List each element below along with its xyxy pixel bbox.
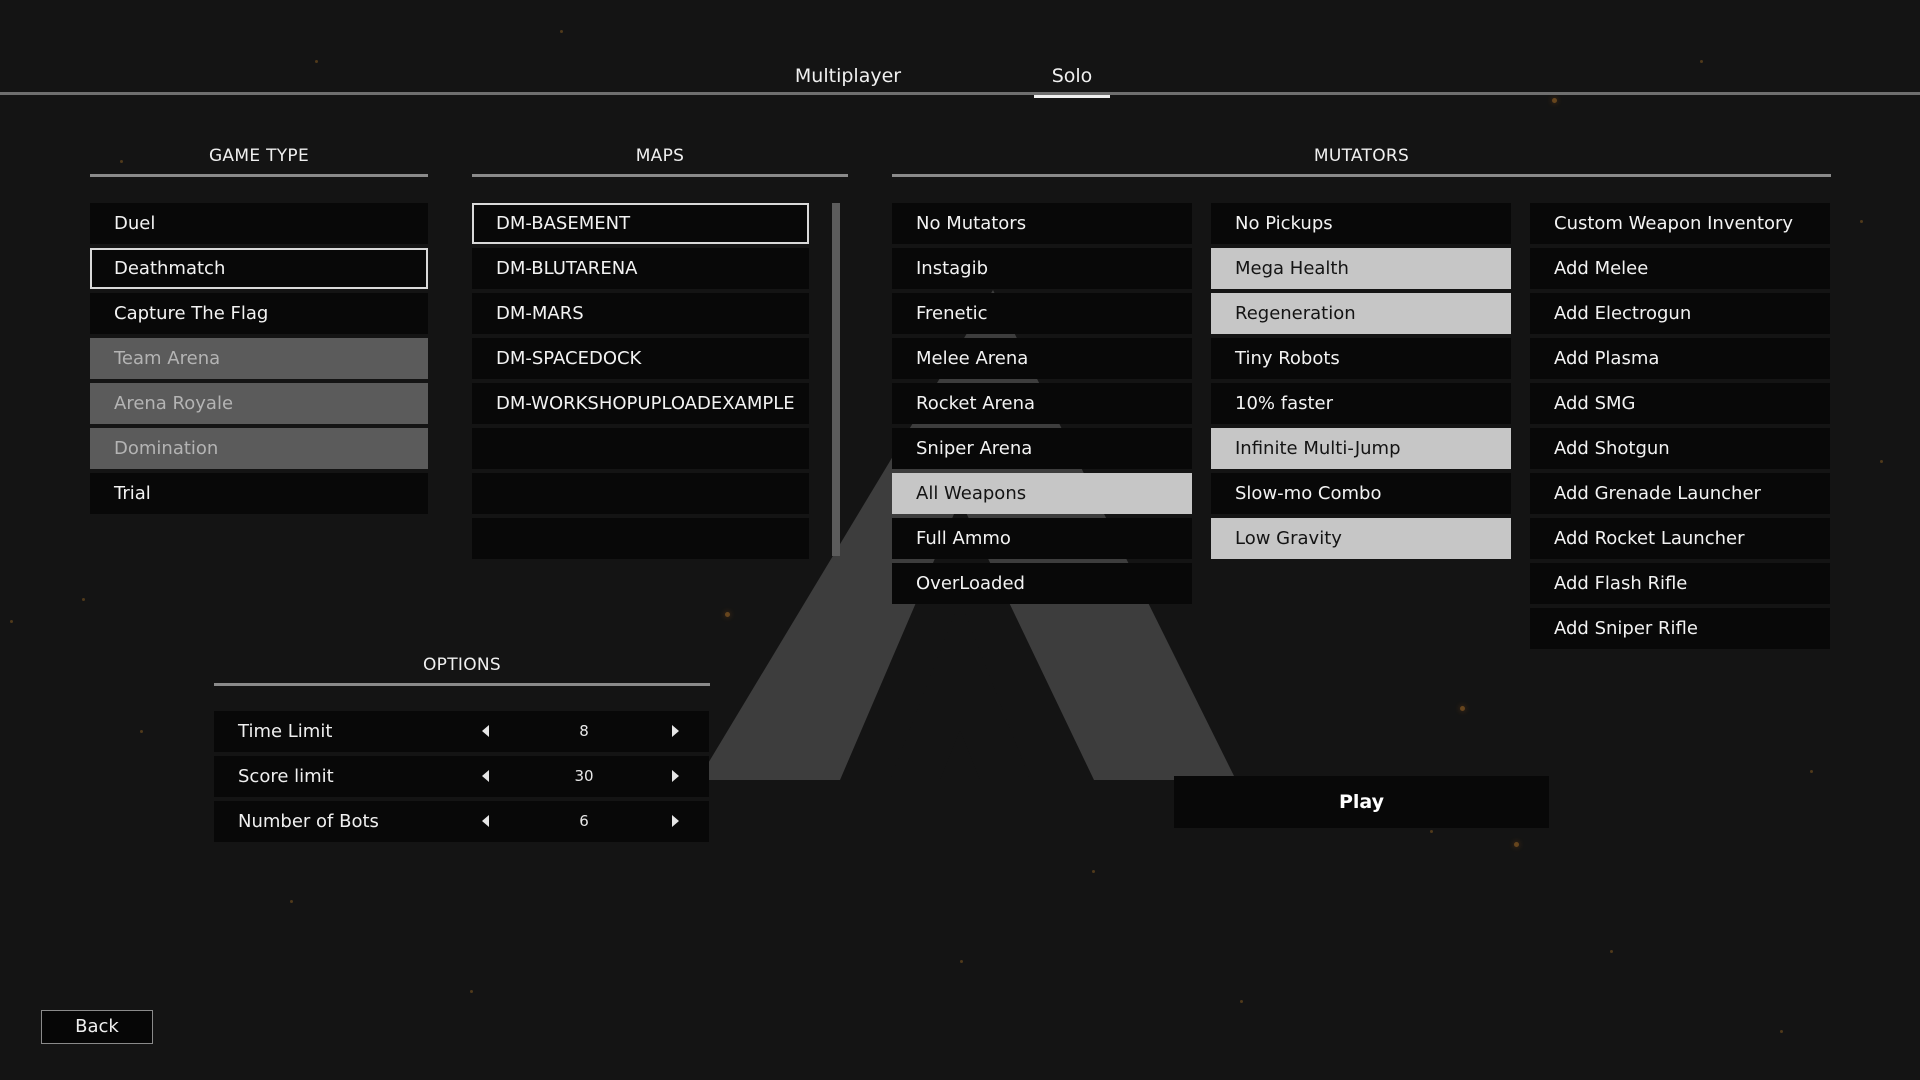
option-row-score-limit: Score limit 30: [214, 756, 709, 797]
mutator-item[interactable]: Tiny Robots: [1211, 338, 1511, 379]
map-item-empty: [472, 518, 809, 559]
maps-title: MAPS: [635, 146, 685, 166]
arrow-left-icon[interactable]: [482, 815, 489, 827]
mutator-item[interactable]: Instagib: [892, 248, 1192, 289]
maps-scrollbar[interactable]: [832, 203, 840, 556]
star: [1552, 98, 1557, 103]
star: [1880, 460, 1883, 463]
mutator-item[interactable]: Add Plasma: [1530, 338, 1830, 379]
star: [470, 990, 473, 993]
star: [1430, 830, 1433, 833]
option-label: Number of Bots: [238, 811, 379, 832]
mutator-item[interactable]: Add Electrogun: [1530, 293, 1830, 334]
tab-solo[interactable]: Solo: [1034, 58, 1110, 98]
mutator-item[interactable]: Full Ammo: [892, 518, 1192, 559]
map-item[interactable]: DM-SPACEDOCK: [472, 338, 809, 379]
game-type-rule: [90, 174, 428, 177]
star: [1780, 1030, 1783, 1033]
map-item[interactable]: DM-MARS: [472, 293, 809, 334]
star: [10, 620, 13, 623]
arrow-right-icon[interactable]: [672, 725, 679, 737]
arrow-right-icon[interactable]: [672, 815, 679, 827]
mutator-item[interactable]: Add Sniper Rifle: [1530, 608, 1830, 649]
game-type-item[interactable]: Arena Royale: [90, 383, 428, 424]
mutator-item[interactable]: Sniper Arena: [892, 428, 1192, 469]
game-type-item[interactable]: Duel: [90, 203, 428, 244]
option-value: 6: [579, 812, 589, 830]
map-item-empty: [472, 473, 809, 514]
mutators-title: MUTATORS: [1313, 146, 1410, 166]
mutator-item[interactable]: Slow-mo Combo: [1211, 473, 1511, 514]
option-row-time-limit: Time Limit 8: [214, 711, 709, 752]
star: [560, 30, 563, 33]
star: [1610, 950, 1613, 953]
star: [140, 730, 143, 733]
mutators-rule: [892, 174, 1831, 177]
mutator-item[interactable]: Add Rocket Launcher: [1530, 518, 1830, 559]
star: [290, 900, 293, 903]
mutator-item[interactable]: Regeneration: [1211, 293, 1511, 334]
mutator-item[interactable]: Add SMG: [1530, 383, 1830, 424]
star: [1460, 706, 1465, 711]
options-rule: [214, 683, 710, 686]
play-button[interactable]: Play: [1174, 776, 1549, 828]
mode-tab-bar: Multiplayer Solo: [0, 58, 1920, 98]
game-type-item[interactable]: Deathmatch: [90, 248, 428, 289]
star: [960, 960, 963, 963]
mutator-item[interactable]: Add Grenade Launcher: [1530, 473, 1830, 514]
option-label: Score limit: [238, 766, 334, 787]
tab-multiplayer[interactable]: Multiplayer: [780, 58, 916, 94]
game-type-title: GAME TYPE: [208, 146, 310, 166]
maps-scrollbar-thumb[interactable]: [832, 203, 840, 556]
game-type-item[interactable]: Team Arena: [90, 338, 428, 379]
star: [82, 598, 85, 601]
maps-rule: [472, 174, 848, 177]
arrow-right-icon[interactable]: [672, 770, 679, 782]
option-row-number-of-bots: Number of Bots 6: [214, 801, 709, 842]
mutator-item[interactable]: Melee Arena: [892, 338, 1192, 379]
mutator-item[interactable]: Add Melee: [1530, 248, 1830, 289]
map-item[interactable]: DM-BLUTARENA: [472, 248, 809, 289]
mutator-item[interactable]: No Pickups: [1211, 203, 1511, 244]
mutator-item[interactable]: Infinite Multi-Jump: [1211, 428, 1511, 469]
option-value: 8: [579, 722, 589, 740]
mutator-item[interactable]: OverLoaded: [892, 563, 1192, 604]
star: [1092, 870, 1095, 873]
arrow-left-icon[interactable]: [482, 725, 489, 737]
mutator-item[interactable]: 10% faster: [1211, 383, 1511, 424]
mutator-item[interactable]: Add Flash Rifle: [1530, 563, 1830, 604]
mutator-item[interactable]: Add Shotgun: [1530, 428, 1830, 469]
game-type-item[interactable]: Capture The Flag: [90, 293, 428, 334]
mutator-item[interactable]: Frenetic: [892, 293, 1192, 334]
star: [1810, 770, 1813, 773]
game-type-item[interactable]: Domination: [90, 428, 428, 469]
star: [1240, 1000, 1243, 1003]
mutator-item[interactable]: Low Gravity: [1211, 518, 1511, 559]
star: [1514, 842, 1519, 847]
mutator-item[interactable]: Custom Weapon Inventory: [1530, 203, 1830, 244]
map-item-empty: [472, 428, 809, 469]
mutator-item[interactable]: No Mutators: [892, 203, 1192, 244]
map-item[interactable]: DM-WORKSHOPUPLOADEXAMPLE: [472, 383, 809, 424]
options-title: OPTIONS: [422, 655, 502, 675]
mutator-item[interactable]: Rocket Arena: [892, 383, 1192, 424]
game-type-item[interactable]: Trial: [90, 473, 428, 514]
option-value: 30: [574, 767, 594, 785]
mutator-item[interactable]: All Weapons: [892, 473, 1192, 514]
tab-divider: [0, 92, 1920, 95]
option-label: Time Limit: [238, 721, 333, 742]
mutator-item[interactable]: Mega Health: [1211, 248, 1511, 289]
star: [1860, 220, 1863, 223]
map-item[interactable]: DM-BASEMENT: [472, 203, 809, 244]
arrow-left-icon[interactable]: [482, 770, 489, 782]
star: [725, 612, 730, 617]
back-button[interactable]: Back: [41, 1010, 153, 1044]
